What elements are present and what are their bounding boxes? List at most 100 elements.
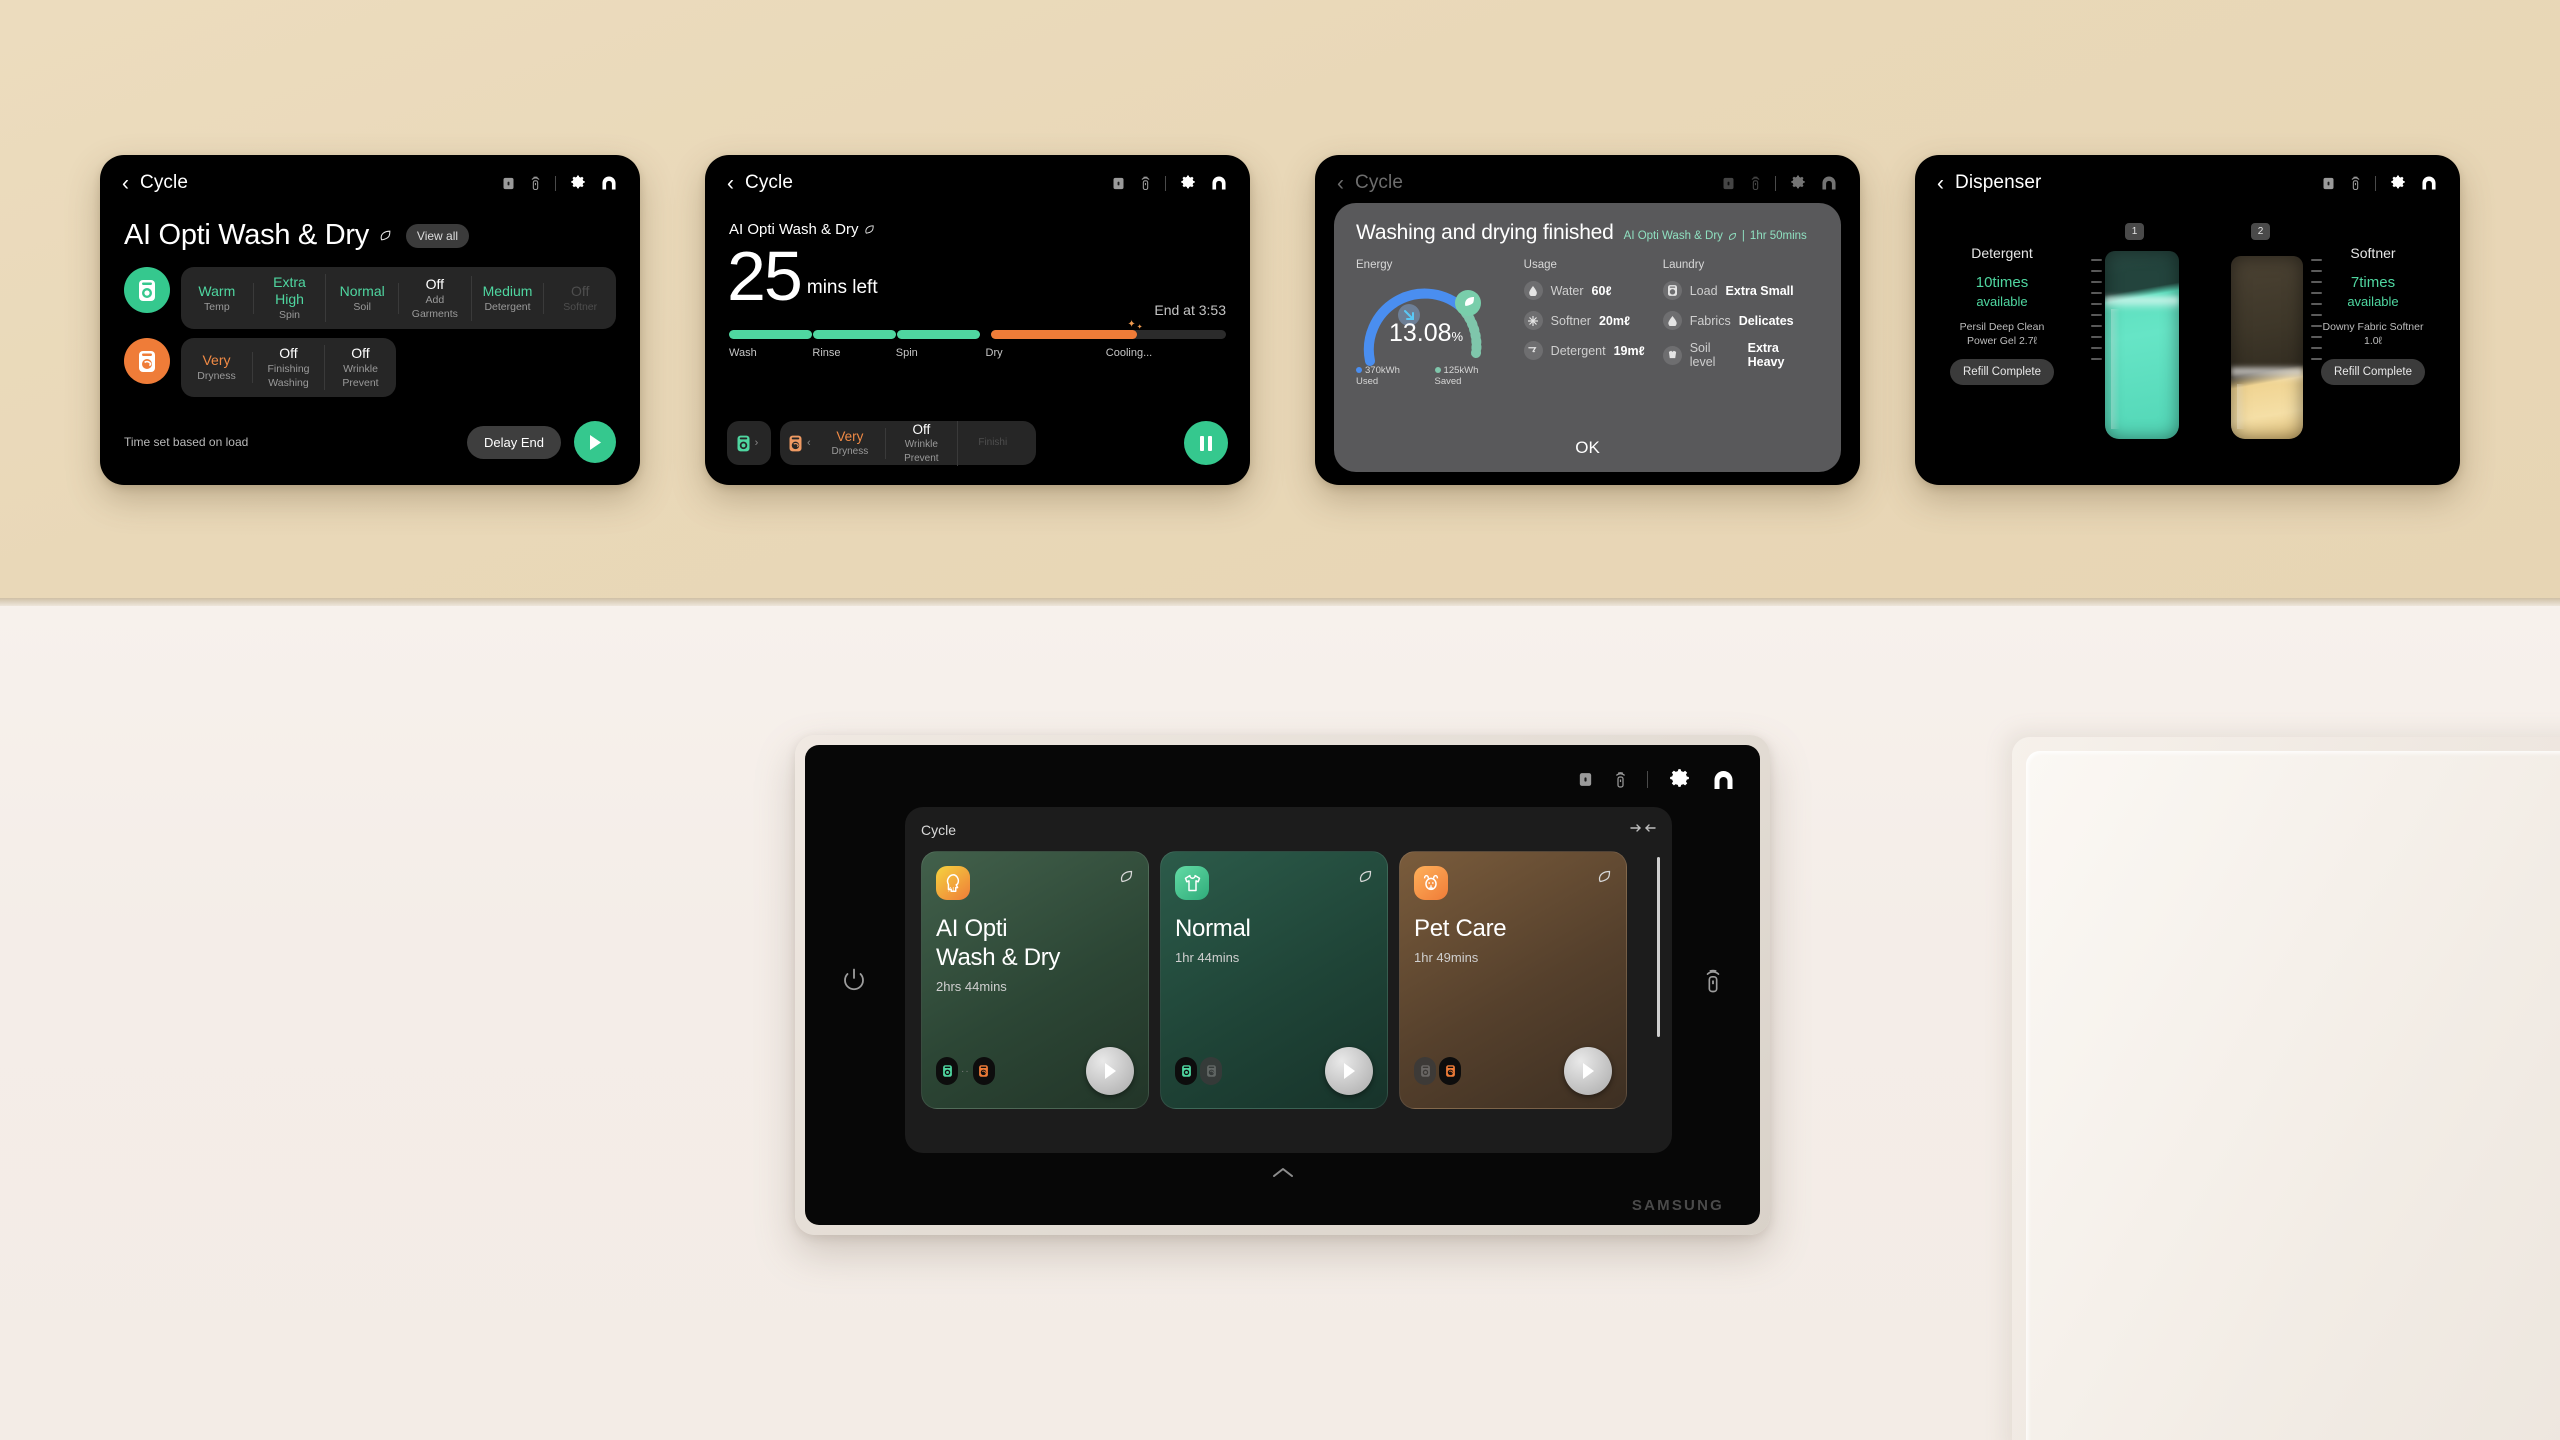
remote-icon[interactable]: [2349, 175, 2362, 191]
home-icon[interactable]: [1210, 175, 1228, 191]
ok-button[interactable]: OK: [1334, 438, 1841, 458]
usage-label: Detergent: [1550, 343, 1606, 358]
detergent-product: Persil Deep Clean Power Gel 2.7ℓ: [1959, 321, 2045, 347]
dryer-icon-active[interactable]: [972, 1057, 995, 1085]
wash-options-chip[interactable]: Warm Temp Extra High Spin Normal Soil Of…: [181, 267, 616, 329]
dry-options-chip[interactable]: ‹ Very Dryness Off Wrinkle Prevent Finis…: [780, 420, 1036, 466]
refill-complete-button-left[interactable]: Refill Complete: [1950, 359, 2054, 385]
option-label: Wrinkle Prevent: [904, 438, 939, 464]
cycle-card-pet-care[interactable]: Pet Care 1hr 49mins: [1399, 851, 1627, 1109]
play-button[interactable]: [1564, 1047, 1612, 1095]
chevron-left-icon[interactable]: ‹: [122, 173, 129, 194]
dialog-meta: AI Opti Wash & Dry | 1hr 50mins: [1623, 230, 1807, 242]
option-label: Spin: [279, 309, 301, 321]
legend-used: 370kWh Used: [1356, 365, 1400, 387]
lock-icon[interactable]: [2321, 176, 2336, 191]
home-icon[interactable]: [1711, 769, 1736, 791]
gear-icon[interactable]: [1789, 174, 1807, 192]
remote-icon[interactable]: [1139, 175, 1152, 191]
lock-icon[interactable]: [1577, 771, 1594, 788]
wash-option-row: Warm Temp Extra High Spin Normal Soil Of…: [124, 267, 616, 329]
panel-cycle-setup: ‹ Cycle AI Opti Wash & Dry View all Warm…: [100, 155, 640, 485]
topbar-separator: [555, 175, 556, 191]
detergent-tank[interactable]: [2105, 251, 2179, 439]
dryer-icon[interactable]: [788, 434, 803, 453]
lock-icon[interactable]: [501, 176, 516, 191]
home-icon[interactable]: [1820, 175, 1838, 191]
washer-icon[interactable]: [124, 267, 170, 313]
dryer-icon-active[interactable]: [1439, 1057, 1461, 1085]
chevron-left-icon[interactable]: ‹: [1337, 173, 1344, 194]
washer-icon-active[interactable]: [936, 1057, 958, 1085]
laundry-column: Laundry Load Extra Small Fabrics Delicat…: [1662, 259, 1819, 387]
chevron-left-icon[interactable]: ‹: [807, 437, 811, 449]
lock-icon[interactable]: [1721, 176, 1736, 191]
option-softner[interactable]: Off Softner: [544, 283, 616, 314]
usage-row: Water 60ℓ: [1523, 281, 1645, 300]
gear-icon[interactable]: [1179, 174, 1197, 192]
play-button[interactable]: [1325, 1047, 1373, 1095]
remote-icon[interactable]: [1613, 770, 1628, 789]
expand-handle[interactable]: [805, 1167, 1760, 1187]
option-dryness[interactable]: Very Dryness: [815, 427, 887, 459]
lock-icon[interactable]: [1111, 176, 1126, 191]
pause-button[interactable]: [1184, 421, 1228, 465]
delay-end-button[interactable]: Delay End: [467, 425, 561, 459]
collapse-icon[interactable]: [1630, 821, 1656, 839]
option-temp[interactable]: Warm Temp: [181, 282, 254, 314]
washer-icon[interactable]: ›: [727, 421, 771, 465]
cycle-card-normal[interactable]: Normal 1hr 44mins: [1160, 851, 1388, 1109]
progress-rinse: [813, 330, 897, 339]
option-dryness[interactable]: Very Dryness: [181, 352, 253, 383]
leaf-icon: [865, 225, 875, 234]
option-wrinkle-prevent[interactable]: Off Wrinkle Prevent: [325, 345, 396, 390]
option-add-garments[interactable]: Off Add Garments: [399, 275, 472, 321]
view-all-button[interactable]: View all: [405, 223, 470, 248]
energy-gauge: 13.08%: [1356, 275, 1496, 366]
remote-control-button[interactable]: [1702, 967, 1724, 999]
softner-tank[interactable]: [2231, 256, 2303, 439]
panel2-footer: › ‹ Very Dryness Off Wrinkle Prevent Fin…: [727, 420, 1228, 466]
washer-icon-active[interactable]: [1175, 1057, 1197, 1085]
play-button[interactable]: [1086, 1047, 1134, 1095]
option-wrinkle-prevent[interactable]: Off Wrinkle Prevent: [886, 420, 958, 466]
play-icon: [1583, 1063, 1594, 1079]
chevron-left-icon[interactable]: ‹: [727, 173, 734, 194]
svg-text:AI: AI: [948, 887, 954, 893]
remote-icon[interactable]: [1749, 175, 1762, 191]
sparkle-icon: ✦: [1127, 319, 1136, 330]
usage-heading: Usage: [1523, 259, 1557, 271]
refill-complete-button-right[interactable]: Refill Complete: [2321, 359, 2425, 385]
dry-options-chip[interactable]: Very Dryness Off Finishing Washing Off W…: [181, 338, 396, 397]
option-value: Off: [351, 345, 370, 361]
time-remaining: 25 mins left: [727, 241, 878, 310]
option-soil[interactable]: Normal Soil: [326, 282, 400, 314]
remote-icon[interactable]: [529, 175, 542, 191]
start-button[interactable]: [574, 421, 616, 463]
option-finishing[interactable]: Finishi: [958, 436, 1028, 450]
dispenser-body: Detergent 10times available Persil Deep …: [1915, 211, 2460, 485]
cycle-card-list: AI AI Opti Wash & Dry 2hrs 44mins ·· Nor…: [921, 851, 1660, 1109]
option-finishing-washing[interactable]: Off Finishing Washing: [253, 345, 325, 390]
home-icon[interactable]: [2420, 175, 2438, 191]
chevron-left-icon[interactable]: ‹: [1937, 173, 1944, 194]
adjacent-appliance: [2012, 737, 2560, 1440]
washer-icon-dim[interactable]: [1414, 1057, 1436, 1085]
cycle-card-ai-opti[interactable]: AI AI Opti Wash & Dry 2hrs 44mins ··: [921, 851, 1149, 1109]
topbar-separator: [1647, 771, 1648, 788]
gear-icon[interactable]: [2389, 174, 2407, 192]
gear-icon[interactable]: [569, 174, 587, 192]
cycle-card-footer: [1175, 1047, 1373, 1095]
cycle-panel-title: Cycle: [921, 822, 957, 838]
home-icon[interactable]: [600, 175, 618, 191]
dryer-icon[interactable]: [124, 338, 170, 384]
option-spin[interactable]: Extra High Spin: [254, 274, 327, 322]
device-screen: Cycle AI AI Opti Wash & Dry 2hrs 44mins …: [805, 745, 1760, 1225]
panel3-title: Cycle: [1355, 172, 1404, 193]
cycle-list-scrollbar[interactable]: [1657, 857, 1660, 1037]
gear-icon[interactable]: [1667, 767, 1692, 792]
power-button[interactable]: [841, 967, 867, 998]
option-detergent[interactable]: Medium Detergent: [472, 282, 545, 314]
dryer-icon-dim[interactable]: [1200, 1057, 1222, 1085]
panel-cycle-running: ‹ Cycle AI Opti Wash & Dry 25 mins left: [705, 155, 1250, 485]
